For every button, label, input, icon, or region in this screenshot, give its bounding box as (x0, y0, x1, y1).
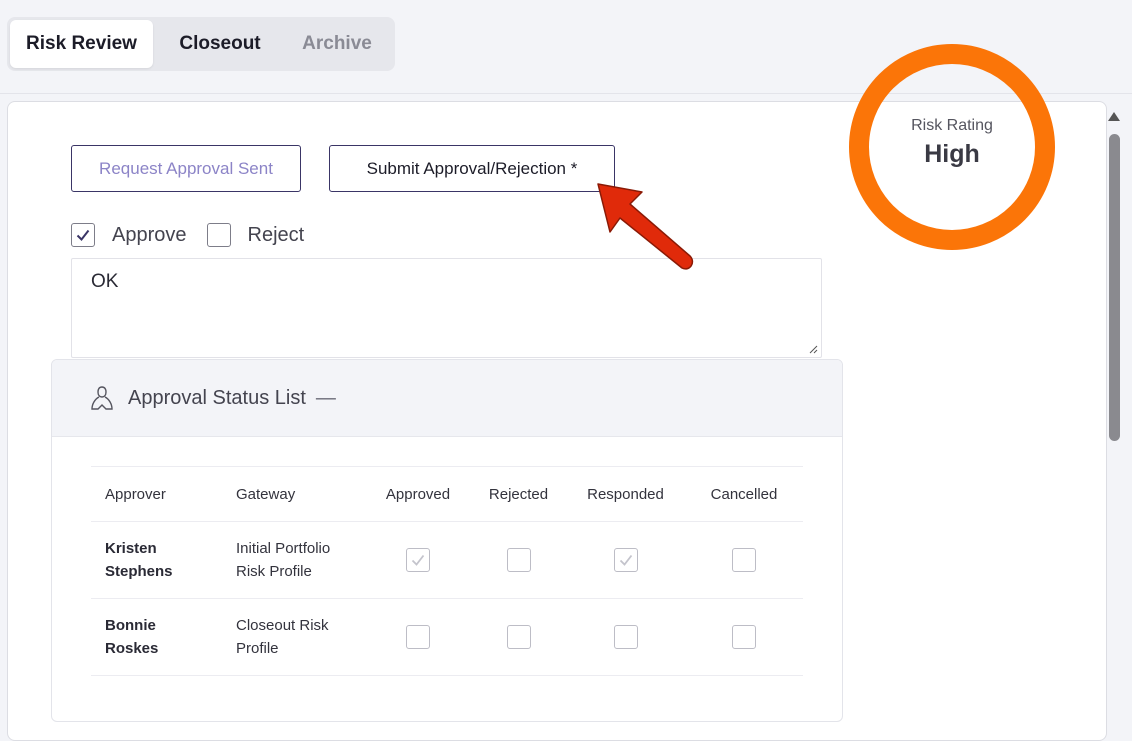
checkmark-icon (76, 229, 90, 242)
approval-status-table: Approver Gateway Approved Rejected Respo… (91, 466, 803, 676)
reject-label: Reject (247, 223, 305, 246)
gateway-name: Initial Portfolio Risk Profile (222, 521, 365, 599)
tab-closeout[interactable]: Closeout (162, 20, 278, 68)
col-responded: Responded (566, 466, 685, 522)
approve-checkbox[interactable] (71, 223, 95, 247)
tab-archive[interactable]: Archive (287, 20, 387, 68)
submit-approval-rejection-button[interactable]: Submit Approval/Rejection * (329, 145, 615, 192)
tab-risk-review[interactable]: Risk Review (10, 20, 153, 68)
cancelled-checkbox[interactable] (732, 625, 756, 650)
col-cancelled: Cancelled (685, 466, 803, 522)
status-cancelled-cell (685, 598, 803, 676)
risk-rating-value: High (924, 140, 980, 168)
col-approver: Approver (91, 466, 222, 522)
reject-checkbox[interactable] (206, 223, 231, 247)
status-responded-cell (566, 598, 685, 676)
table-row: Bonnie Roskes Closeout Risk Profile (91, 598, 803, 676)
tab-bar: Risk Review Closeout Archive (7, 17, 395, 71)
comment-text: OK (91, 271, 119, 292)
scrollbar-thumb[interactable] (1109, 134, 1120, 441)
approve-label: Approve (112, 223, 187, 246)
decision-checkboxes: Approve Reject (71, 223, 324, 247)
status-responded-cell (566, 521, 685, 599)
approver-name: Bonnie Roskes (91, 598, 222, 676)
status-approved-cell (365, 598, 471, 676)
responded-checkbox[interactable] (613, 548, 638, 573)
rejected-checkbox[interactable] (506, 548, 531, 573)
resize-grip-icon[interactable] (808, 344, 818, 354)
comment-textarea[interactable]: OK (71, 258, 822, 358)
col-rejected: Rejected (471, 466, 566, 522)
checkmark-icon (411, 554, 425, 566)
approved-checkbox[interactable] (406, 548, 430, 573)
approved-checkbox[interactable] (406, 625, 430, 650)
panel-collapse-toggle[interactable]: — (316, 387, 336, 410)
status-cancelled-cell (685, 521, 803, 599)
rejected-checkbox[interactable] (506, 625, 531, 650)
table-header-row: Approver Gateway Approved Rejected Respo… (91, 466, 803, 522)
approval-status-title: Approval Status List (128, 386, 306, 409)
cancelled-checkbox[interactable] (732, 548, 756, 573)
checkmark-icon (619, 554, 632, 566)
status-rejected-cell (471, 598, 566, 676)
approver-name: Kristen Stephens (91, 521, 222, 599)
request-approval-sent-button[interactable]: Request Approval Sent (71, 145, 301, 192)
table-row: Kristen Stephens Initial Portfolio Risk P… (91, 521, 803, 599)
approval-status-header: Approval Status List — (52, 360, 842, 437)
status-rejected-cell (471, 521, 566, 599)
responded-checkbox[interactable] (613, 625, 638, 650)
gateway-name: Closeout Risk Profile (222, 598, 365, 676)
user-outline-icon (91, 386, 113, 410)
col-approved: Approved (365, 466, 471, 522)
col-gateway: Gateway (222, 466, 365, 522)
scroll-up-arrow-icon[interactable] (1108, 112, 1120, 121)
approval-status-panel: Approval Status List — Approver Gateway … (51, 359, 843, 722)
status-approved-cell (365, 521, 471, 599)
risk-rating-label: Risk Rating (911, 117, 993, 134)
